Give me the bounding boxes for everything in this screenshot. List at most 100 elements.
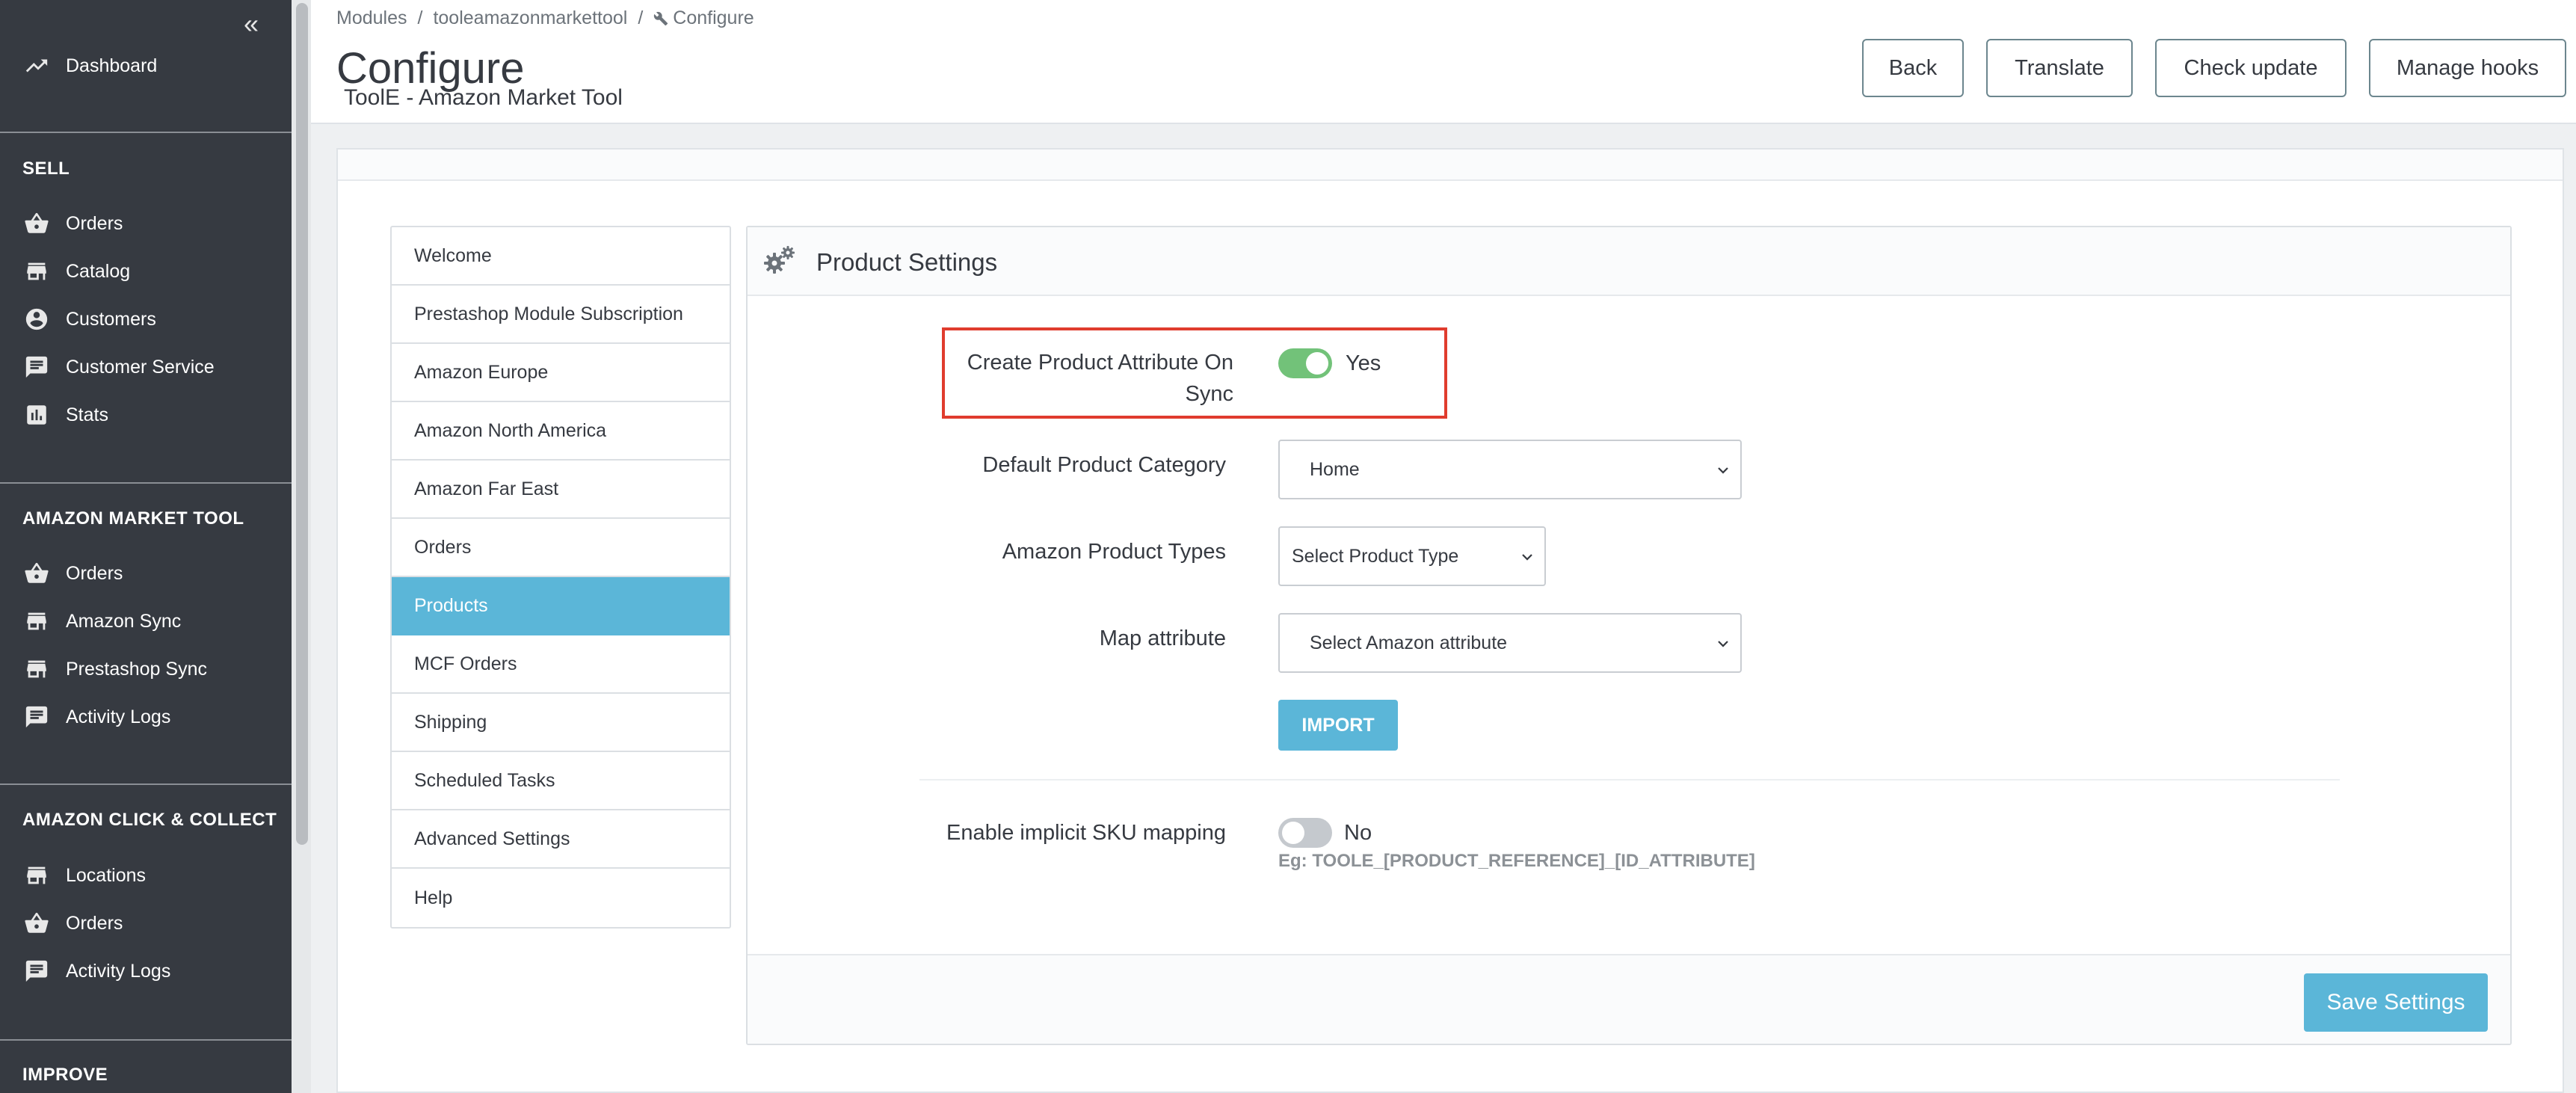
sku-mapping-value: No — [1344, 821, 1372, 845]
sidebar-item-label: Prestashop Sync — [66, 658, 207, 680]
sidebar-item-dashboard[interactable]: Dashboard — [22, 47, 157, 84]
sidebar-section-amazon-market-tool: AMAZON MARKET TOOL — [22, 508, 244, 529]
sidebar-item-customers[interactable]: Customers — [22, 301, 156, 338]
tab-help[interactable]: Help — [392, 869, 730, 927]
card-top-strip — [338, 150, 2563, 181]
sidebar-item-catalog[interactable]: Catalog — [22, 253, 130, 290]
page-subtitle: ToolE - Amazon Market Tool — [344, 85, 623, 110]
default-category-value: Home — [1310, 458, 1360, 480]
breadcrumb-module[interactable]: tooleamazonmarkettool — [433, 7, 627, 29]
store-icon — [22, 609, 51, 634]
breadcrumb-separator: / — [417, 7, 423, 28]
tab-advanced-settings[interactable]: Advanced Settings — [392, 810, 730, 869]
app-root: « Dashboard SELL Orders Catalog Customer… — [0, 0, 2576, 1093]
product-types-label: Amazon Product Types — [1002, 540, 1226, 564]
wrench-icon — [654, 11, 668, 25]
module-tabs: Welcome Prestashop Module Subscription A… — [390, 226, 731, 929]
sidebar-item-label: Activity Logs — [66, 706, 171, 727]
breadcrumb-current: Configure — [673, 7, 754, 28]
trending-up-icon — [22, 53, 51, 78]
store-icon — [22, 656, 51, 682]
basket-icon — [22, 911, 51, 936]
sidebar-item-locations[interactable]: Locations — [22, 857, 146, 894]
basket-icon — [22, 211, 51, 236]
breadcrumb: Modules / tooleamazonmarkettool / Config… — [336, 7, 754, 29]
sidebar-item-acc-orders[interactable]: Orders — [22, 905, 123, 942]
create-attribute-label-line2: Sync — [1185, 382, 1233, 406]
breadcrumb-separator: / — [638, 7, 644, 28]
sidebar-divider — [0, 1039, 292, 1041]
tab-amazon-far-east[interactable]: Amazon Far East — [392, 461, 730, 519]
tab-mcf-orders[interactable]: MCF Orders — [392, 635, 730, 694]
import-button[interactable]: IMPORT — [1278, 700, 1398, 751]
sidebar-item-label: Orders — [66, 912, 123, 934]
map-attribute-label: Map attribute — [1099, 626, 1226, 650]
sidebar-item-customer-service[interactable]: Customer Service — [22, 348, 215, 386]
sidebar-scrollbar-thumb[interactable] — [296, 3, 308, 845]
panel-header: Product Settings — [748, 227, 2510, 296]
sidebar-item-amazon-sync[interactable]: Amazon Sync — [22, 603, 181, 640]
chat-icon — [22, 704, 51, 730]
panel-title: Product Settings — [816, 248, 998, 276]
sidebar-item-label: Customers — [66, 308, 156, 330]
sidebar-item-label: Customer Service — [66, 356, 215, 378]
sidebar-divider — [0, 132, 292, 133]
tab-prestashop-module-subscription[interactable]: Prestashop Module Subscription — [392, 286, 730, 344]
collapse-sidebar-icon[interactable]: « — [238, 10, 265, 37]
map-attribute-select[interactable]: Select Amazon attribute — [1278, 613, 1742, 673]
tab-shipping[interactable]: Shipping — [392, 694, 730, 752]
default-category-select[interactable]: Home — [1278, 440, 1742, 499]
chevron-down-icon — [1718, 641, 1728, 647]
breadcrumb-modules[interactable]: Modules — [336, 7, 407, 29]
toggle-knob — [1306, 352, 1328, 375]
sidebar-item-label: Amazon Sync — [66, 610, 182, 632]
tab-amazon-europe[interactable]: Amazon Europe — [392, 344, 730, 402]
create-attribute-value: Yes — [1346, 351, 1381, 375]
check-update-button[interactable]: Check update — [2155, 39, 2347, 97]
back-button[interactable]: Back — [1862, 39, 1964, 97]
create-attribute-toggle[interactable] — [1278, 348, 1332, 378]
create-attribute-label-line1: Create Product Attribute On — [967, 351, 1233, 375]
tab-products[interactable]: Products — [392, 577, 730, 635]
sidebar-item-stats[interactable]: Stats — [22, 396, 108, 434]
tab-welcome[interactable]: Welcome — [392, 227, 730, 286]
sidebar-section-amazon-click-collect: AMAZON CLICK & COLLECT — [22, 810, 277, 830]
sidebar-section-sell: SELL — [22, 158, 70, 179]
chevron-down-icon — [1718, 467, 1728, 474]
sidebar: « Dashboard SELL Orders Catalog Customer… — [0, 0, 292, 1093]
sidebar-item-amt-orders[interactable]: Orders — [22, 555, 123, 592]
basket-icon — [22, 561, 51, 586]
gears-icon — [764, 246, 795, 274]
store-icon — [22, 863, 51, 888]
tab-orders[interactable]: Orders — [392, 519, 730, 577]
store-icon — [22, 259, 51, 284]
create-attribute-label: Create Product Attribute On Sync — [949, 347, 1233, 410]
sidebar-item-prestashop-sync[interactable]: Prestashop Sync — [22, 650, 207, 688]
sidebar-divider — [0, 783, 292, 785]
tab-amazon-north-america[interactable]: Amazon North America — [392, 402, 730, 461]
sku-mapping-label: Enable implicit SKU mapping — [946, 821, 1226, 845]
chat-icon — [22, 958, 51, 984]
sidebar-item-label: Orders — [66, 212, 123, 234]
translate-button[interactable]: Translate — [1986, 39, 2133, 97]
sidebar-section-improve: IMPROVE — [22, 1065, 108, 1085]
chevron-down-icon — [1522, 554, 1532, 561]
save-settings-button[interactable]: Save Settings — [2304, 973, 2488, 1032]
sidebar-item-label: Dashboard — [66, 55, 158, 76]
form-separator — [919, 779, 2340, 781]
toggle-knob — [1282, 822, 1304, 844]
map-attribute-value: Select Amazon attribute — [1310, 632, 1508, 653]
manage-hooks-button[interactable]: Manage hooks — [2369, 39, 2566, 97]
product-types-select[interactable]: Select Product Type — [1278, 526, 1546, 586]
sidebar-item-amt-activity-logs[interactable]: Activity Logs — [22, 698, 170, 736]
panel-footer — [748, 954, 2510, 1044]
sidebar-item-acc-activity-logs[interactable]: Activity Logs — [22, 952, 170, 990]
sidebar-item-label: Orders — [66, 562, 123, 584]
sidebar-item-label: Stats — [66, 404, 108, 425]
sidebar-item-label: Catalog — [66, 260, 131, 282]
sidebar-item-orders[interactable]: Orders — [22, 205, 123, 242]
tab-scheduled-tasks[interactable]: Scheduled Tasks — [392, 752, 730, 810]
account-circle-icon — [22, 307, 51, 332]
product-types-value: Select Product Type — [1292, 545, 1459, 567]
sku-mapping-toggle[interactable] — [1278, 818, 1332, 848]
